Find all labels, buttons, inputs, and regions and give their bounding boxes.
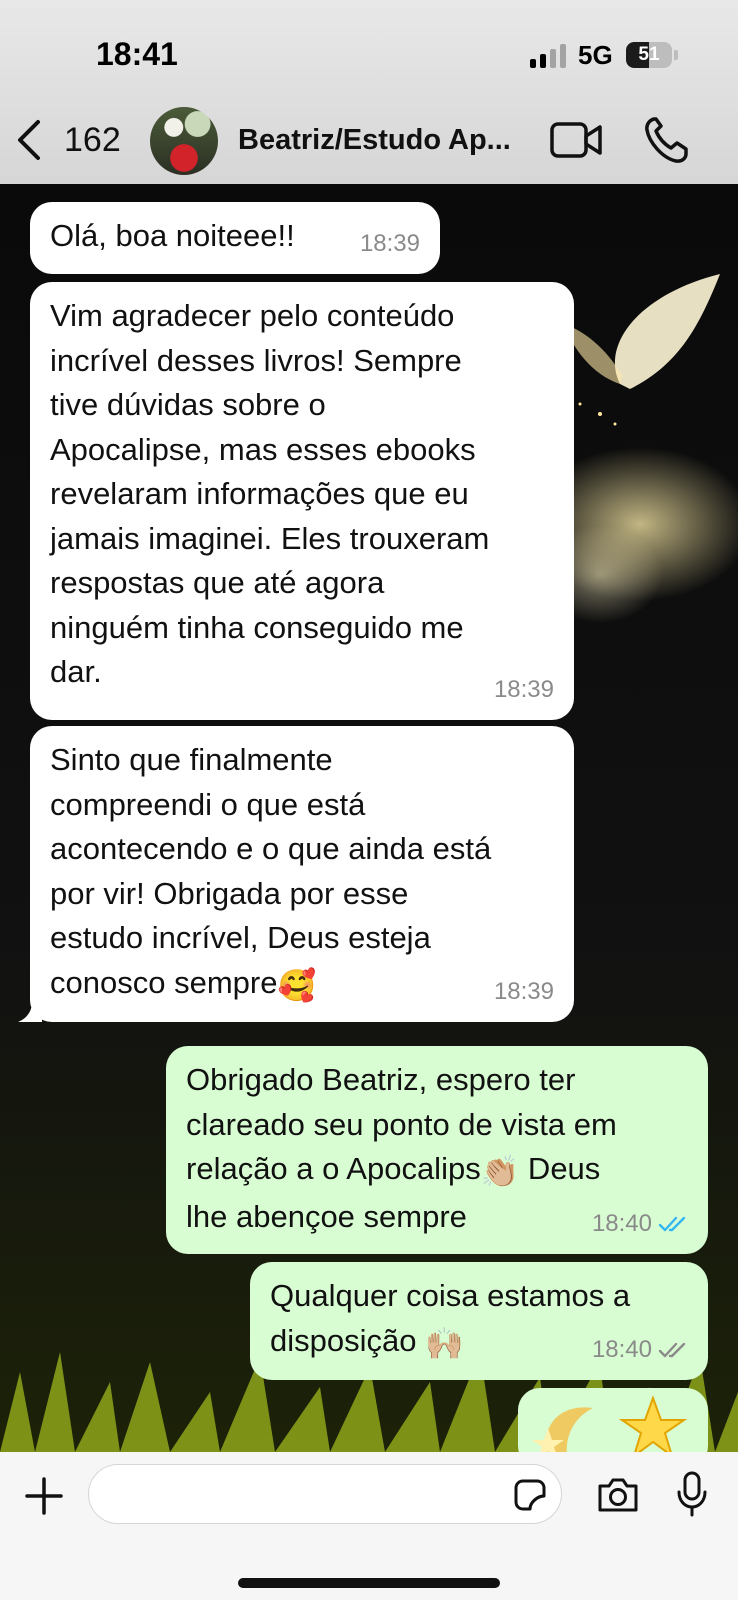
read-receipt-icon (658, 1216, 686, 1231)
plus-icon[interactable] (24, 1476, 64, 1516)
message-time: 18:39 (493, 977, 554, 1005)
message-line: jamais imaginei. Eles trouxeram (50, 520, 490, 556)
video-icon[interactable] (550, 118, 602, 162)
chat-title[interactable]: Beatriz/Estudo Ap... (238, 124, 524, 157)
message-line: conosco sempre (50, 964, 278, 1000)
message-line: Vim agradecer pelo conteúdo (50, 298, 455, 333)
smiling-hearts-emoji: 🥰 (277, 967, 317, 1003)
battery-tip (674, 50, 678, 60)
message-incoming[interactable]: Olá, boa noiteee!! 18:39 (30, 202, 440, 274)
bubble-tail (18, 1002, 42, 1022)
status-time: 18:41 (96, 36, 178, 72)
battery-icon: 51 (626, 42, 672, 68)
message-line: revelaram informações que eu (50, 476, 469, 511)
message-line: dar. (50, 654, 102, 689)
message-outgoing[interactable]: Obrigado Beatriz, espero ter clareado se… (166, 1046, 708, 1254)
message-time: 18:39 (493, 675, 554, 703)
message-incoming[interactable]: Sinto que finalmente compreendi o que es… (18, 726, 574, 1022)
message-outgoing[interactable]: Qualquer coisa estamos a disposição 🙌🏼 1… (250, 1262, 708, 1380)
message-line: ninguém tinha conseguido me (50, 609, 464, 645)
composer-bar (0, 1452, 738, 1600)
message-line-with-emoji: conosco sempre🥰 (50, 961, 554, 1009)
message-line: Apocalipse, mas esses ebooks (50, 431, 476, 467)
message-status: 18:40 (592, 1328, 688, 1373)
message-time: 18:40 (591, 1335, 652, 1363)
message-line: Deus (519, 1151, 601, 1186)
message-line: clareado seu ponto de vista em (186, 1106, 617, 1142)
message-time: 18:39 (359, 229, 420, 257)
microphone-icon[interactable] (676, 1470, 708, 1518)
delivered-receipt-icon (658, 1342, 686, 1357)
camera-icon[interactable] (596, 1476, 640, 1514)
message-line: relação a o Apocalips (186, 1151, 481, 1186)
message-line-with-emoji: relação a o Apocalips👏🏼 Deus (186, 1147, 688, 1195)
avatar[interactable] (150, 107, 218, 175)
message-line: estudo incrível, Deus esteja (50, 920, 431, 955)
message-input[interactable] (88, 1464, 562, 1524)
chevron-left-icon (18, 120, 40, 160)
signal-icon (530, 44, 566, 68)
message-line: compreendi o que está (50, 786, 366, 822)
message-line: Obrigado Beatriz, espero ter (186, 1062, 576, 1097)
message-incoming[interactable]: Vim agradecer pelo conteúdo incrível des… (30, 282, 574, 720)
message-line: Qualquer coisa estamos a (270, 1278, 631, 1313)
message-line: respostas que até agora (50, 565, 385, 600)
message-line: por vir! Obrigada por esse (50, 875, 409, 911)
home-indicator (238, 1578, 500, 1588)
message-time: 18:40 (591, 1209, 652, 1237)
message-status: 18:40 (592, 1202, 688, 1247)
network-type: 5G (578, 40, 613, 70)
top-bar: 18:41 5G 51 162 Beatriz/Estudo Ap... (0, 0, 738, 184)
message-line: incrível desses livros! Sempre (50, 342, 462, 378)
raising-hands-emoji: 🙌🏼 (425, 1325, 464, 1361)
message-text: Olá, boa noiteee!! (50, 218, 295, 253)
message-line: disposição (270, 1322, 426, 1358)
message-line: tive dúvidas sobre o (50, 387, 326, 422)
back-button[interactable]: 162 (14, 112, 124, 168)
unread-count: 162 (64, 120, 121, 159)
message-line: acontecendo e o que ainda está (50, 831, 492, 866)
sticker-icon[interactable] (512, 1478, 548, 1512)
message-line: Sinto que finalmente (50, 742, 333, 777)
butterfly-image (565, 274, 720, 431)
battery-level: 51 (638, 44, 660, 65)
clapping-hands-emoji: 👏🏼 (480, 1154, 520, 1189)
phone-icon[interactable] (644, 116, 688, 164)
